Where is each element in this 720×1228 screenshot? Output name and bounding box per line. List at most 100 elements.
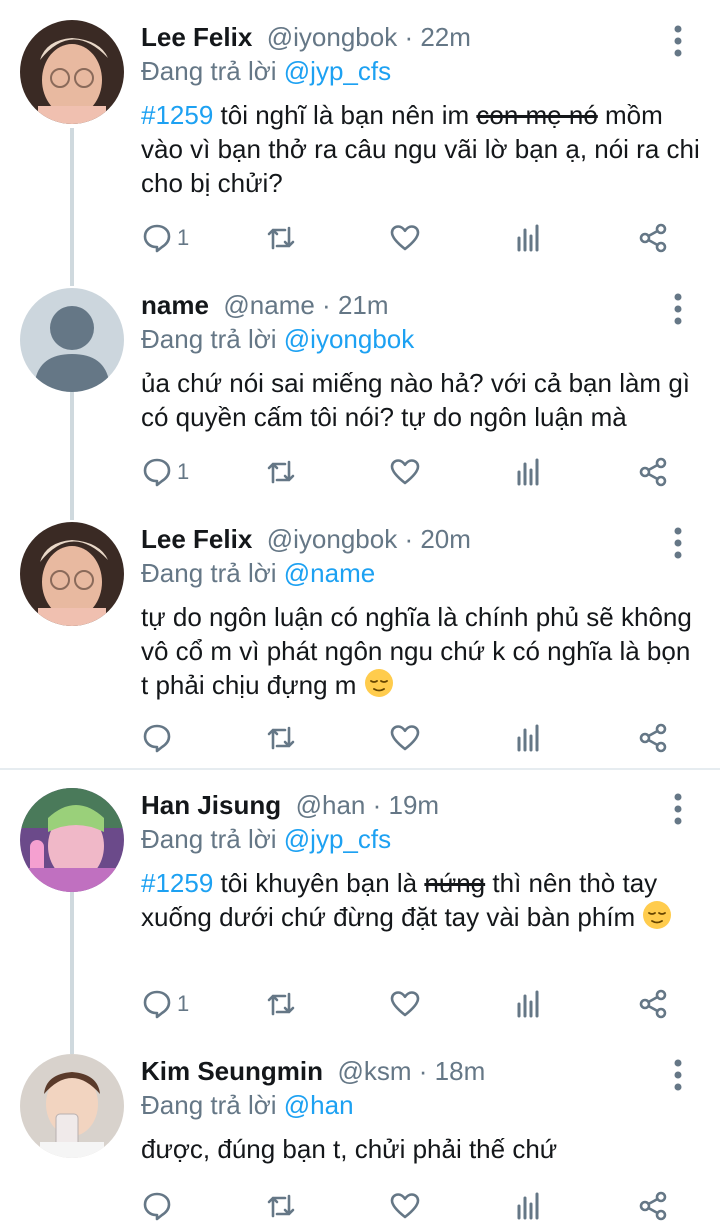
more-vertical-icon[interactable] <box>666 292 690 326</box>
reply-count: 1 <box>177 991 190 1016</box>
heart-icon <box>390 1193 420 1219</box>
reply-count: 1 <box>177 225 190 250</box>
reply-mention[interactable]: @name <box>284 558 375 588</box>
share-icon <box>639 1191 667 1221</box>
reply-icon <box>143 724 171 753</box>
reply-button[interactable]: 1 <box>141 218 189 258</box>
more-vertical-icon[interactable] <box>666 24 690 58</box>
avatar-seungmin <box>20 1054 124 1158</box>
analytics-icon <box>517 1192 539 1220</box>
display-name[interactable]: Lee Felix <box>141 22 252 52</box>
avatar-felix <box>20 522 124 626</box>
more-vertical-icon[interactable] <box>666 526 690 560</box>
retweet-button[interactable] <box>265 218 297 258</box>
user-handle[interactable]: @han <box>296 790 366 820</box>
share-button[interactable] <box>637 452 669 492</box>
share-icon <box>639 989 667 1019</box>
analytics-icon <box>517 724 539 752</box>
timestamp[interactable]: 18m <box>435 1056 486 1086</box>
tweet-actions: 1 <box>141 452 680 492</box>
analytics-button[interactable] <box>513 218 545 258</box>
thread-line <box>70 128 74 286</box>
display-name[interactable]: name <box>141 290 209 320</box>
replying-to: Đang trả lời @iyongbok <box>141 322 700 356</box>
tweet-header: name @name · 21m <box>141 288 700 322</box>
retweet-icon <box>267 1194 295 1218</box>
share-button[interactable] <box>637 984 669 1024</box>
avatar[interactable] <box>20 1054 124 1158</box>
reply-button[interactable]: 1 <box>141 984 189 1024</box>
reply-mention[interactable]: @jyp_cfs <box>284 56 391 86</box>
timestamp[interactable]: 20m <box>420 524 471 554</box>
heart-icon <box>390 991 420 1017</box>
avatar[interactable] <box>20 788 124 892</box>
reply-mention[interactable]: @jyp_cfs <box>284 824 391 854</box>
retweet-button[interactable] <box>265 984 297 1024</box>
share-button[interactable] <box>637 718 669 758</box>
avatar[interactable] <box>20 288 124 392</box>
reply-icon <box>143 990 171 1019</box>
user-handle[interactable]: @iyongbok <box>267 524 397 554</box>
tweet-actions <box>141 718 680 758</box>
timestamp[interactable]: 19m <box>389 790 440 820</box>
analytics-button[interactable] <box>513 1186 545 1226</box>
more-vertical-icon[interactable] <box>666 1058 690 1092</box>
like-button[interactable] <box>389 1186 421 1226</box>
share-icon <box>639 457 667 487</box>
timestamp[interactable]: 22m <box>420 22 471 52</box>
like-button[interactable] <box>389 218 421 258</box>
reply-button[interactable] <box>141 1186 177 1226</box>
conversation-divider <box>0 768 720 770</box>
analytics-button[interactable] <box>513 718 545 758</box>
like-button[interactable] <box>389 984 421 1024</box>
share-icon <box>639 223 667 253</box>
replying-to: Đang trả lời @jyp_cfs <box>141 822 700 856</box>
retweet-button[interactable] <box>265 718 297 758</box>
avatar-felix <box>20 20 124 124</box>
user-handle[interactable]: @ksm <box>337 1056 411 1086</box>
hashtag[interactable]: #1259 <box>141 868 213 898</box>
timestamp[interactable]: 21m <box>338 290 389 320</box>
like-button[interactable] <box>389 718 421 758</box>
tweet-text: tự do ngôn luận có nghĩa là chính phủ sẽ… <box>141 600 700 702</box>
struck-text: nứng <box>424 868 486 898</box>
avatar[interactable] <box>20 20 124 124</box>
reply-button[interactable]: 1 <box>141 452 189 492</box>
hashtag[interactable]: #1259 <box>141 100 213 130</box>
separator: · <box>397 524 421 554</box>
reply-prefix: Đang trả lời <box>141 1090 284 1120</box>
display-name[interactable]: Kim Seungmin <box>141 1056 323 1086</box>
replying-to: Đang trả lời @jyp_cfs <box>141 54 700 88</box>
display-name[interactable]: Han Jisung <box>141 790 281 820</box>
relieved-face-icon <box>643 901 672 929</box>
user-handle[interactable]: @iyongbok <box>267 22 397 52</box>
tweet-actions: 1 <box>141 218 680 258</box>
analytics-button[interactable] <box>513 984 545 1024</box>
replying-to: Đang trả lời @name <box>141 556 700 590</box>
reply-button[interactable] <box>141 718 177 758</box>
tweet-text-part: tôi khuyên bạn là <box>213 868 425 898</box>
retweet-button[interactable] <box>265 452 297 492</box>
reply-prefix: Đang trả lời <box>141 324 284 354</box>
reply-icon <box>143 458 171 487</box>
thread-line <box>70 892 74 1054</box>
share-button[interactable] <box>637 218 669 258</box>
tweet-text: ủa chứ nói sai miếng nào hả? với cả bạn … <box>141 366 700 434</box>
reply-icon <box>143 224 171 253</box>
avatar[interactable] <box>20 522 124 626</box>
tweet-actions <box>141 1186 680 1226</box>
user-handle[interactable]: @name <box>223 290 314 320</box>
reply-prefix: Đang trả lời <box>141 558 284 588</box>
tweet-header: Han Jisung @han · 19m <box>141 788 700 822</box>
tweet-header: Kim Seungmin @ksm · 18m <box>141 1054 700 1088</box>
retweet-button[interactable] <box>265 1186 297 1226</box>
like-button[interactable] <box>389 452 421 492</box>
tweet-text-part: tôi nghĩ là bạn nên im <box>213 100 477 130</box>
reply-mention[interactable]: @han <box>284 1090 354 1120</box>
more-vertical-icon[interactable] <box>666 792 690 826</box>
share-button[interactable] <box>637 1186 669 1226</box>
reply-mention[interactable]: @iyongbok <box>284 324 414 354</box>
tweet-text-part: ủa chứ nói sai miếng nào hả? với cả bạn … <box>141 368 690 432</box>
analytics-button[interactable] <box>513 452 545 492</box>
display-name[interactable]: Lee Felix <box>141 524 252 554</box>
